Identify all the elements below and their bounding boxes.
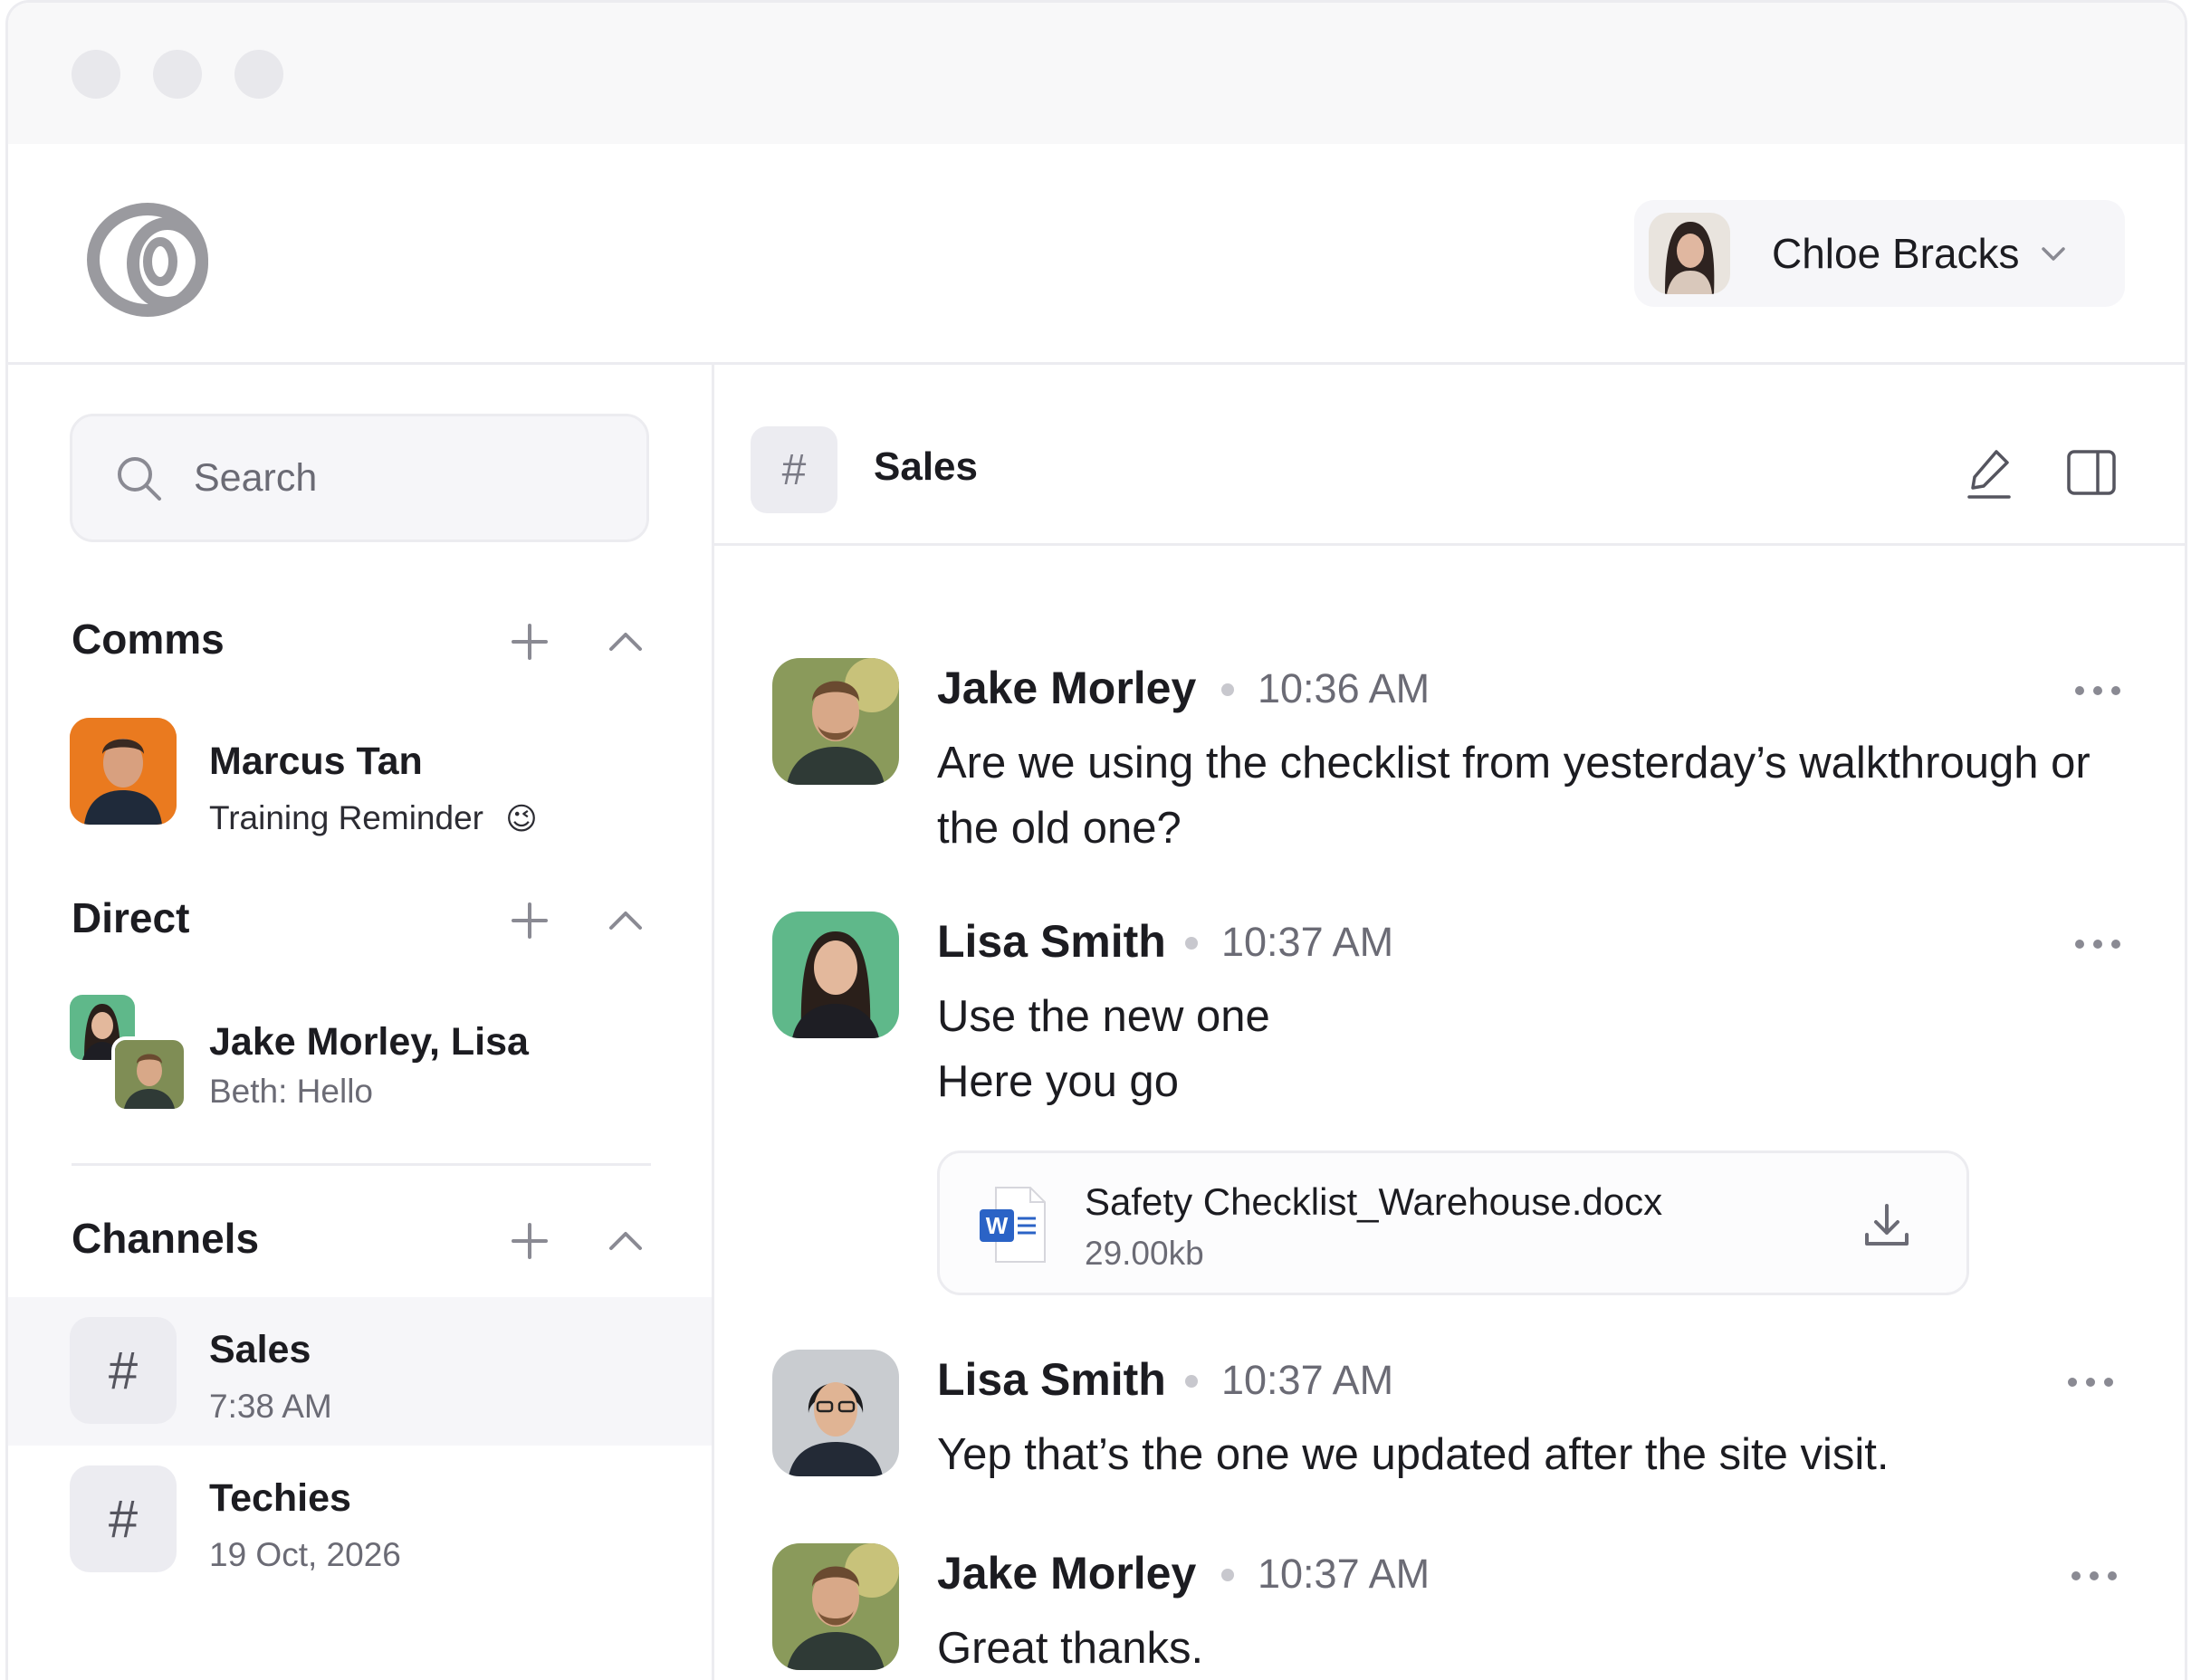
separator-dot: [1221, 683, 1234, 696]
message-line: Use the new one: [937, 992, 1270, 1041]
avatar: [1649, 213, 1730, 294]
window-close-button[interactable]: [72, 50, 120, 99]
channel-item-sales[interactable]: # Sales 7:38 AM: [8, 1297, 712, 1446]
message-time: 10:37 AM: [1221, 1357, 1394, 1403]
plus-icon[interactable]: [508, 899, 551, 942]
avatar: [772, 912, 899, 1038]
channel-title: Sales: [874, 444, 978, 489]
item-subtitle: Training Reminder 😉: [209, 799, 538, 837]
message-text: Great thanks.: [937, 1616, 2150, 1680]
message-author: Jake Morley: [937, 663, 1197, 713]
message-time: 10:36 AM: [1258, 665, 1430, 711]
file-attachment[interactable]: W Safety Checklist_Warehouse.docx 29.00k…: [937, 1150, 1969, 1295]
plus-icon[interactable]: [508, 620, 551, 663]
plus-icon[interactable]: [508, 1219, 551, 1263]
separator-dot: [1221, 1569, 1234, 1581]
user-menu-button[interactable]: Chloe Bracks: [1634, 200, 2125, 307]
title-bar: [8, 3, 2185, 144]
section-divider: [72, 1163, 651, 1166]
channel-header: # Sales: [714, 365, 2185, 546]
file-name: Safety Checklist_Warehouse.docx: [1085, 1180, 1663, 1223]
message-author: Lisa Smith: [937, 916, 1166, 967]
avatar: [111, 1036, 187, 1112]
item-name: Techies: [209, 1476, 351, 1520]
message-author: Lisa Smith: [937, 1354, 1166, 1405]
message-author: Jake Morley: [937, 1548, 1197, 1599]
search-icon: [118, 457, 161, 501]
hash-icon: #: [70, 1317, 177, 1424]
user-name: Chloe Bracks: [1772, 230, 2020, 277]
file-size: 29.00kb: [1085, 1235, 1204, 1272]
item-name: Marcus Tan: [209, 740, 423, 783]
app-window: Chloe Bracks Search Comms Marcus Tan Tra…: [5, 0, 2187, 1680]
edit-icon[interactable]: [1960, 444, 2016, 501]
avatar: [772, 1350, 899, 1476]
message-line: Here you go: [937, 1057, 1179, 1106]
hash-icon: #: [70, 1465, 177, 1572]
message-time: 10:37 AM: [1258, 1551, 1430, 1597]
message-line: the old one?: [937, 804, 1182, 853]
window-maximize-button[interactable]: [234, 50, 283, 99]
message-text: Use the new one Here you go: [937, 984, 2150, 1114]
section-title-comms: Comms: [72, 616, 225, 663]
channel-item-techies[interactable]: # Techies 19 Oct, 2026: [8, 1446, 712, 1596]
more-icon[interactable]: [2063, 1373, 2118, 1391]
chat-panel: # Sales Jake Morley 10:36 AM Are we usin…: [714, 365, 2185, 1680]
avatar: [772, 658, 899, 785]
message-time: 10:37 AM: [1221, 919, 1394, 965]
wink-emoji-icon: 😉: [505, 802, 538, 836]
app-header: Chloe Bracks: [8, 144, 2185, 365]
separator-dot: [1185, 1375, 1198, 1388]
chevron-up-icon[interactable]: [604, 899, 647, 942]
sidebar-toggle-icon[interactable]: [2063, 444, 2119, 501]
section-title-direct: Direct: [72, 894, 190, 941]
chevron-down-icon: [2041, 247, 2065, 261]
message-line: Great thanks.: [937, 1624, 1204, 1673]
item-name: Sales: [209, 1328, 311, 1371]
message-line: Yep that’s the one we updated after the …: [937, 1430, 1890, 1479]
item-subtitle: 19 Oct, 2026: [209, 1536, 401, 1573]
avatar: [70, 718, 177, 825]
logo-icon: [87, 203, 208, 317]
hash-icon: #: [751, 426, 837, 513]
window-minimize-button[interactable]: [153, 50, 202, 99]
more-icon[interactable]: [2071, 935, 2125, 953]
more-icon[interactable]: [2067, 1567, 2121, 1585]
item-subtitle: 7:38 AM: [209, 1388, 332, 1425]
chevron-up-icon[interactable]: [604, 620, 647, 663]
word-file-icon: W: [980, 1187, 1046, 1263]
message-text: Yep that’s the one we updated after the …: [937, 1422, 2150, 1487]
search-placeholder: Search: [194, 455, 318, 500]
item-subtitle: Beth: Hello: [209, 1073, 373, 1110]
section-title-channels: Channels: [72, 1215, 260, 1262]
download-icon[interactable]: [1861, 1200, 1912, 1251]
word-badge: W: [986, 1212, 1009, 1239]
direct-item-group[interactable]: Jake Morley, Lisa Beth: Hello: [8, 986, 712, 1131]
more-icon[interactable]: [2071, 682, 2125, 700]
item-subtitle-text: Training Reminder: [209, 799, 483, 836]
message-line: Are we using the checklist from yesterda…: [937, 739, 2091, 788]
item-name: Jake Morley, Lisa: [209, 1020, 529, 1064]
separator-dot: [1185, 937, 1198, 950]
sidebar: Search Comms Marcus Tan Training Reminde…: [8, 365, 714, 1680]
search-input[interactable]: Search: [70, 414, 649, 542]
avatar: [772, 1543, 899, 1670]
comms-item-marcus-tan[interactable]: Marcus Tan Training Reminder 😉: [8, 705, 712, 850]
chevron-up-icon[interactable]: [604, 1219, 647, 1263]
message-text: Are we using the checklist from yesterda…: [937, 730, 2150, 861]
